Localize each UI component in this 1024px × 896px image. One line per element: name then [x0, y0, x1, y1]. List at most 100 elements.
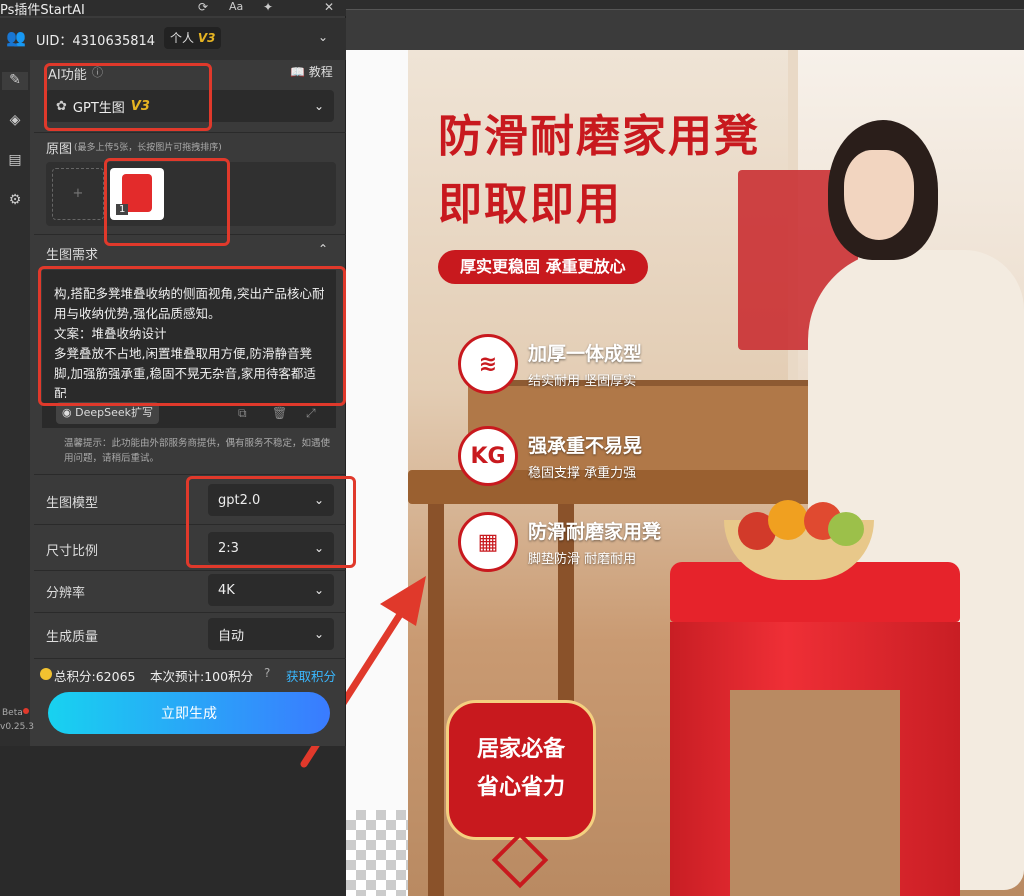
feature-title: 防滑耐磨家用凳	[528, 521, 662, 543]
help-icon[interactable]: ?	[264, 666, 270, 680]
prompt-text: 构,搭配多凳堆叠收纳的侧面视角,突出产品核心耐用与收纳优势,强化品质感知。 文案…	[54, 286, 325, 398]
feature-subtitle: 脚垫防滑 耐磨耐用	[528, 552, 637, 567]
chevron-down-icon[interactable]: ⌄	[318, 30, 328, 44]
gpt-icon: ✿	[56, 98, 67, 114]
source-image-label: 原图	[46, 142, 73, 157]
model-label: 生图模型	[46, 496, 99, 511]
version-number: v0.25.3	[0, 722, 34, 732]
points-total: 总积分:62065	[54, 669, 136, 684]
scene-person-face	[844, 150, 914, 240]
requirement-label: 生图需求	[46, 248, 99, 263]
scene-table-leg	[428, 504, 444, 896]
chevron-down-icon: ⌄	[313, 493, 324, 507]
beta-label: Beta	[2, 708, 23, 718]
thumb-index: 1	[116, 204, 129, 215]
panel-title: Ps插件StartAI	[0, 2, 85, 18]
workspace-gap	[346, 16, 408, 50]
stack-layers-icon: ≋	[458, 334, 518, 394]
notice-text: 温馨提示：此功能由外部服务商提供，偶有服务不稳定，如遇使用问题，请稍后重试。	[64, 438, 331, 464]
document-icon[interactable]: ▤	[6, 152, 24, 170]
feature-item: KG 强承重不易晃稳固支撑 承重力强	[458, 426, 642, 486]
stool-gap	[730, 690, 900, 896]
weight-kg-icon: KG	[458, 426, 518, 486]
poster-headline-1: 防滑耐磨家用凳	[438, 111, 760, 162]
tutorial-label: 教程	[308, 65, 333, 79]
divider	[34, 132, 346, 133]
divider	[34, 524, 346, 525]
ai-feature-label: AI功能	[48, 68, 87, 83]
grid-pattern-icon: ▦	[458, 512, 518, 572]
promo-badge: 居家必备 省心省力	[446, 700, 596, 840]
deepseek-button[interactable]: ◉ DeepSeek扩写	[56, 402, 159, 424]
feature-title: 加厚一体成型	[528, 343, 643, 365]
info-icon[interactable]: ⓘ	[92, 64, 103, 80]
divider	[34, 612, 346, 613]
chevron-down-icon: ⌄	[313, 583, 324, 597]
ratio-select[interactable]: 2:3 ⌄	[208, 532, 334, 564]
product-poster[interactable]: 防滑耐磨家用凳 即取即用 厚实更稳固 承重更放心 ≋ 加厚一体成型 结实耐用 坚固…	[408, 50, 1024, 896]
copy-icon[interactable]: ⧉	[238, 406, 247, 421]
tutorial-link[interactable]: 📖 教程	[290, 63, 333, 80]
font-size-icon[interactable]: Aa	[229, 0, 243, 13]
account-badge: 个人 V3	[164, 27, 222, 49]
divider	[34, 570, 346, 571]
feature-subtitle: 稳固支撑 承重力强	[528, 466, 637, 481]
generate-button[interactable]: 立即生成	[48, 692, 330, 734]
feature-select[interactable]: ✿ GPT生图 V3 ⌄	[46, 90, 334, 122]
gear-icon[interactable]: ⚙	[6, 192, 24, 210]
chevron-down-icon: ⌄	[313, 627, 324, 641]
beta-dot	[23, 708, 29, 714]
model-select[interactable]: gpt2.0 ⌄	[208, 484, 334, 516]
quality-label: 生成质量	[46, 630, 99, 645]
resolution-label: 分辨率	[46, 586, 86, 601]
feature-item: ≋ 加厚一体成型结实耐用 坚固厚实	[458, 334, 642, 394]
feature-select-tag: V3	[130, 98, 150, 114]
panel-titlebar: Ps插件StartAI	[0, 0, 346, 18]
trash-icon[interactable]: 🗑	[272, 406, 287, 420]
ratio-label: 尺寸比例	[46, 544, 99, 559]
deepseek-icon: ◉	[62, 406, 72, 419]
chevron-down-icon: ⌄	[313, 541, 324, 555]
feature-select-value: GPT生图	[72, 100, 125, 116]
source-thumbnail[interactable]: 1	[110, 168, 164, 220]
source-image-hint: (最多上传5张，长按图片可拖拽排序)	[74, 143, 222, 153]
refresh-icon[interactable]: ⟳	[198, 0, 208, 14]
close-icon[interactable]: ✕	[324, 0, 334, 14]
chevron-down-icon: ⌄	[313, 99, 324, 113]
uid-label: UID：4310635814	[36, 34, 156, 49]
fruit	[768, 500, 808, 540]
resolution-select[interactable]: 4K ⌄	[208, 574, 334, 606]
layers-icon[interactable]: ◈	[6, 112, 24, 130]
transparency-area	[346, 810, 408, 896]
chinese-knot-icon	[491, 831, 549, 889]
expand-icon[interactable]: ⤢	[306, 406, 316, 421]
users-icon: 👥	[6, 28, 26, 47]
chevron-up-icon[interactable]: ⌃	[318, 242, 328, 256]
points-estimate: 本次预计:100积分	[150, 669, 254, 684]
feature-item: ▦ 防滑耐磨家用凳脚垫防滑 耐磨耐用	[458, 512, 661, 572]
brush-icon[interactable]: ✎	[2, 72, 28, 90]
model-value: gpt2.0	[218, 492, 261, 508]
resolution-value: 4K	[218, 582, 235, 598]
badge-line-1: 居家必备	[476, 737, 565, 762]
book-icon: 📖	[290, 65, 305, 79]
feature-subtitle: 结实耐用 坚固厚实	[528, 374, 637, 389]
get-points-link[interactable]: 获取积分	[286, 666, 336, 685]
prompt-textarea[interactable]: 构,搭配多凳堆叠收纳的侧面视角,突出产品核心耐用与收纳优势,强化品质感知。 文案…	[42, 270, 336, 398]
fruit	[828, 512, 864, 546]
version-tag: V3	[197, 31, 216, 45]
divider	[34, 234, 346, 235]
quality-select[interactable]: 自动 ⌄	[208, 618, 334, 650]
feature-title: 强承重不易晃	[528, 435, 643, 457]
ratio-value: 2:3	[218, 540, 239, 556]
user-bar: 👥 UID：4310635814 个人 V3 ⌄	[0, 18, 346, 60]
poster-headline-2: 即取即用	[438, 179, 622, 230]
divider	[34, 658, 346, 659]
canvas-ruler	[346, 0, 1024, 10]
deepseek-label: DeepSeek扩写	[75, 406, 153, 419]
account-type: 个人	[170, 31, 195, 45]
pin-icon[interactable]: ✦	[263, 0, 273, 14]
divider	[34, 474, 346, 475]
add-image-button[interactable]: +	[52, 168, 104, 220]
badge-line-2: 省心省力	[476, 775, 565, 800]
